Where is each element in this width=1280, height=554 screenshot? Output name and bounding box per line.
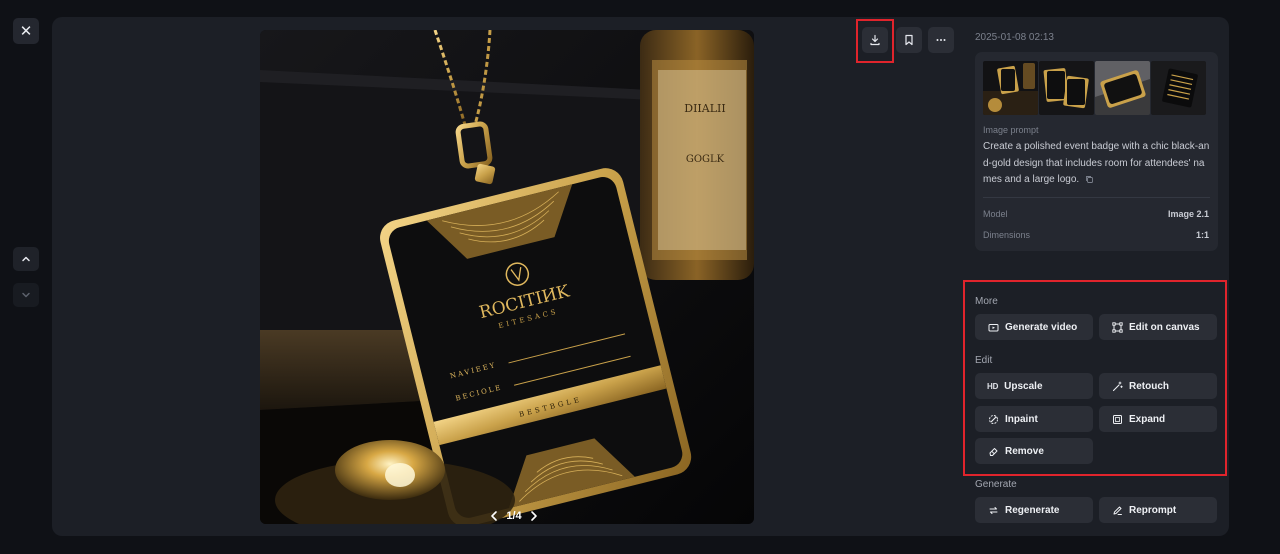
chevron-right-icon — [530, 511, 537, 521]
upscale-button[interactable]: HD Upscale — [975, 373, 1093, 399]
regenerate-button[interactable]: Regenerate — [975, 497, 1093, 523]
image-prompt-label: Image prompt — [983, 125, 1039, 135]
generate-video-label: Generate video — [1005, 321, 1078, 333]
inpaint-button[interactable]: Inpaint — [975, 406, 1093, 432]
more-options-button[interactable] — [928, 27, 954, 53]
thumbnail-3[interactable] — [1095, 61, 1150, 115]
edit-on-canvas-label: Edit on canvas — [1129, 321, 1200, 333]
thumbnail-4-image — [1151, 61, 1206, 115]
image-prompt-content: Create a polished event badge with a chi… — [983, 141, 1210, 185]
upscale-label: Upscale — [1004, 380, 1043, 392]
generate-video-button[interactable]: Generate video — [975, 314, 1093, 340]
thumbnail-1[interactable] — [983, 61, 1038, 115]
hd-icon: HD — [987, 381, 999, 391]
next-image-button[interactable] — [13, 283, 39, 307]
chevron-left-icon — [491, 511, 498, 521]
bottle-label-line2: GOGLK — [686, 154, 725, 165]
image-info-card: Image prompt Create a polished event bad… — [975, 52, 1218, 251]
previous-image-button[interactable] — [13, 247, 39, 271]
pager-counter: 1/4 — [506, 510, 522, 522]
video-icon — [988, 323, 998, 331]
chevron-up-icon — [22, 256, 30, 262]
thumbnail-1-image — [983, 61, 1038, 115]
bookmark-button[interactable] — [896, 27, 922, 53]
close-button[interactable]: ✕ — [13, 18, 39, 44]
created-timestamp: 2025-01-08 02:13 — [975, 32, 1054, 43]
thumbnail-3-image — [1095, 61, 1150, 115]
dimensions-key: Dimensions — [983, 230, 1031, 240]
generate-section-label: Generate — [975, 479, 1017, 490]
copy-icon[interactable] — [1085, 175, 1094, 184]
expand-icon — [1112, 414, 1122, 424]
magic-wand-icon — [1112, 381, 1123, 391]
refresh-icon — [989, 506, 997, 514]
image-pager: 1/4 — [484, 507, 544, 525]
more-icon — [936, 39, 946, 41]
pager-prev-button[interactable] — [488, 509, 500, 523]
remove-button[interactable]: Remove — [975, 438, 1093, 464]
pencil-icon — [1113, 506, 1122, 515]
thumbnail-4[interactable] — [1151, 61, 1206, 115]
eraser-icon — [989, 447, 997, 456]
image-prompt-text: Create a polished event badge with a chi… — [983, 139, 1211, 189]
more-section-label: More — [975, 296, 998, 307]
image-viewer[interactable]: DIIALII GOGLK ROCITIИK EITESACS NAVIEEY … — [260, 30, 754, 524]
model-value: Image 2.1 — [1167, 209, 1209, 219]
dimensions-value: 1:1 — [1195, 230, 1209, 240]
thumbnail-2-image — [1039, 61, 1094, 115]
thumbnail-strip — [983, 61, 1206, 115]
retouch-button[interactable]: Retouch — [1099, 373, 1217, 399]
edit-section-label: Edit — [975, 355, 993, 366]
model-key: Model — [983, 209, 1008, 219]
expand-label: Expand — [1129, 413, 1166, 425]
expand-button[interactable]: Expand — [1099, 406, 1217, 432]
info-divider — [983, 197, 1210, 198]
edit-on-canvas-button[interactable]: Edit on canvas — [1099, 314, 1217, 340]
download-icon — [870, 34, 880, 46]
canvas-icon — [1111, 321, 1123, 333]
regenerate-label: Regenerate — [1005, 504, 1060, 516]
reprompt-label: Reprompt — [1129, 504, 1177, 516]
brush-icon — [988, 414, 998, 424]
inpaint-label: Inpaint — [1005, 413, 1038, 425]
bookmark-icon — [905, 34, 913, 46]
reprompt-button[interactable]: Reprompt — [1099, 497, 1217, 523]
generated-image: DIIALII GOGLK ROCITIИK EITESACS NAVIEEY … — [260, 30, 754, 524]
model-row: Model Image 2.1 — [983, 209, 1209, 219]
pager-next-button[interactable] — [528, 509, 540, 523]
download-button[interactable] — [862, 27, 888, 53]
remove-label: Remove — [1005, 445, 1044, 457]
chevron-down-icon — [22, 292, 30, 298]
retouch-label: Retouch — [1129, 380, 1169, 392]
thumbnail-2[interactable] — [1039, 61, 1094, 115]
dimensions-row: Dimensions 1:1 — [983, 230, 1209, 240]
bottle-label-line1: DIIALII — [684, 102, 725, 115]
